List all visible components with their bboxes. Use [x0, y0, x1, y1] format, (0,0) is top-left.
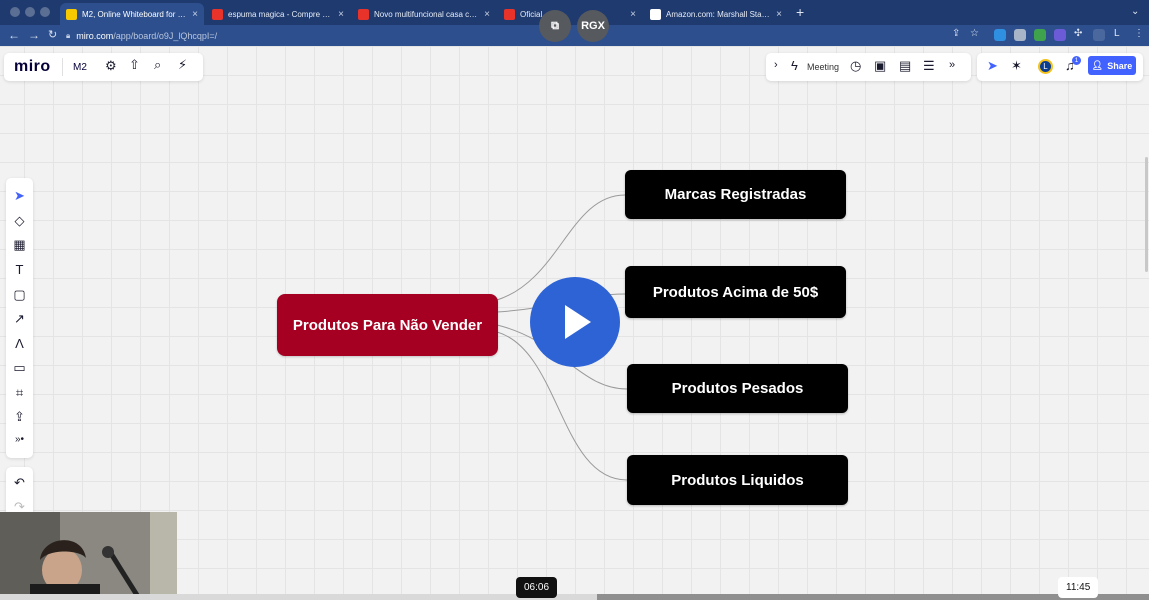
mindmap-child-node[interactable]: Marcas Registradas — [625, 170, 846, 219]
vertical-scrollbar[interactable] — [1145, 157, 1148, 272]
select-cursor-icon[interactable]: ➤ — [6, 188, 33, 204]
undo-redo-panel: ↶ ↷ — [6, 467, 33, 517]
rgx-button[interactable]: RGX — [577, 10, 609, 42]
more-tools-icon[interactable]: »• — [6, 434, 33, 445]
lightning-icon[interactable]: ϟ — [791, 58, 798, 73]
mindmap-root-node[interactable]: Produtos Para Não Vender — [277, 294, 498, 356]
plug-integrations-icon[interactable]: ⚡︎ — [178, 57, 187, 73]
undo-icon[interactable]: ↶ — [6, 475, 33, 491]
more-chevrons-icon[interactable]: » — [949, 59, 955, 71]
presenter-image — [0, 512, 177, 600]
celebrate-icon[interactable]: ✶ — [1011, 58, 1022, 74]
picture-in-picture-icon[interactable]: ⧉ — [539, 10, 571, 42]
notification-badge: 1 — [1072, 56, 1081, 65]
shapes-icon[interactable]: ◇ — [6, 213, 33, 229]
upload-icon[interactable]: ⇪ — [6, 409, 33, 425]
mindmap-child-node[interactable]: Produtos Liquidos — [627, 455, 848, 505]
settings-gear-icon[interactable]: ⚙ — [105, 58, 117, 74]
avatar[interactable]: L — [1038, 59, 1053, 74]
board-name[interactable]: M2 — [73, 62, 87, 73]
sticky-note-icon[interactable]: ▢ — [6, 287, 33, 303]
text-tool-icon[interactable]: T — [6, 262, 33, 277]
share-button[interactable]: 👤︎ Share — [1088, 56, 1136, 75]
meeting-label[interactable]: Meeting — [807, 62, 839, 72]
collaboration-toolbar: › ϟ Meeting ◷ ▣ ▤ ☰ » — [766, 53, 971, 81]
timer-icon[interactable]: ◷ — [850, 58, 861, 74]
video-progress-bar[interactable] — [0, 594, 1149, 600]
video-play-button[interactable] — [530, 277, 620, 367]
user-icon: 👤︎ — [1091, 60, 1104, 70]
presentation-icon[interactable]: ▤ — [899, 58, 911, 74]
board-menu-panel: miro M2 ⚙ ⇧ ⌕ ⚡︎ — [4, 53, 203, 81]
upload-export-icon[interactable]: ⇧ — [129, 57, 140, 73]
duration-label: 11:45 — [1058, 577, 1099, 598]
share-label: Share — [1107, 60, 1133, 71]
webcam-presenter-video — [0, 512, 177, 600]
pen-icon[interactable]: Λ — [6, 336, 33, 351]
video-progress-fill — [0, 594, 598, 600]
collapse-chevron-icon[interactable]: › — [774, 59, 778, 71]
comment-icon[interactable]: ▭ — [6, 360, 33, 376]
mindmap-child-node[interactable]: Produtos Pesados — [627, 364, 848, 413]
video-chat-icon[interactable]: ▣ — [874, 58, 886, 74]
cursor-reactions-icon[interactable]: ➤ — [987, 58, 998, 74]
templates-icon[interactable]: ▦ — [6, 237, 33, 253]
search-icon[interactable]: ⌕ — [154, 57, 161, 73]
frame-icon[interactable]: ⌗ — [6, 385, 33, 401]
toolbar-divider — [62, 58, 63, 76]
current-time-label: 06:06 — [516, 577, 558, 598]
connection-line-icon[interactable]: ↗ — [6, 311, 33, 327]
notes-icon[interactable]: ☰ — [923, 58, 935, 74]
creation-toolbar: ➤ ◇ ▦ T ▢ ↗ Λ ▭ ⌗ ⇪ »• — [6, 178, 33, 458]
mindmap-child-node[interactable]: Produtos Acima de 50$ — [625, 266, 846, 318]
miro-logo[interactable]: miro — [14, 58, 51, 76]
